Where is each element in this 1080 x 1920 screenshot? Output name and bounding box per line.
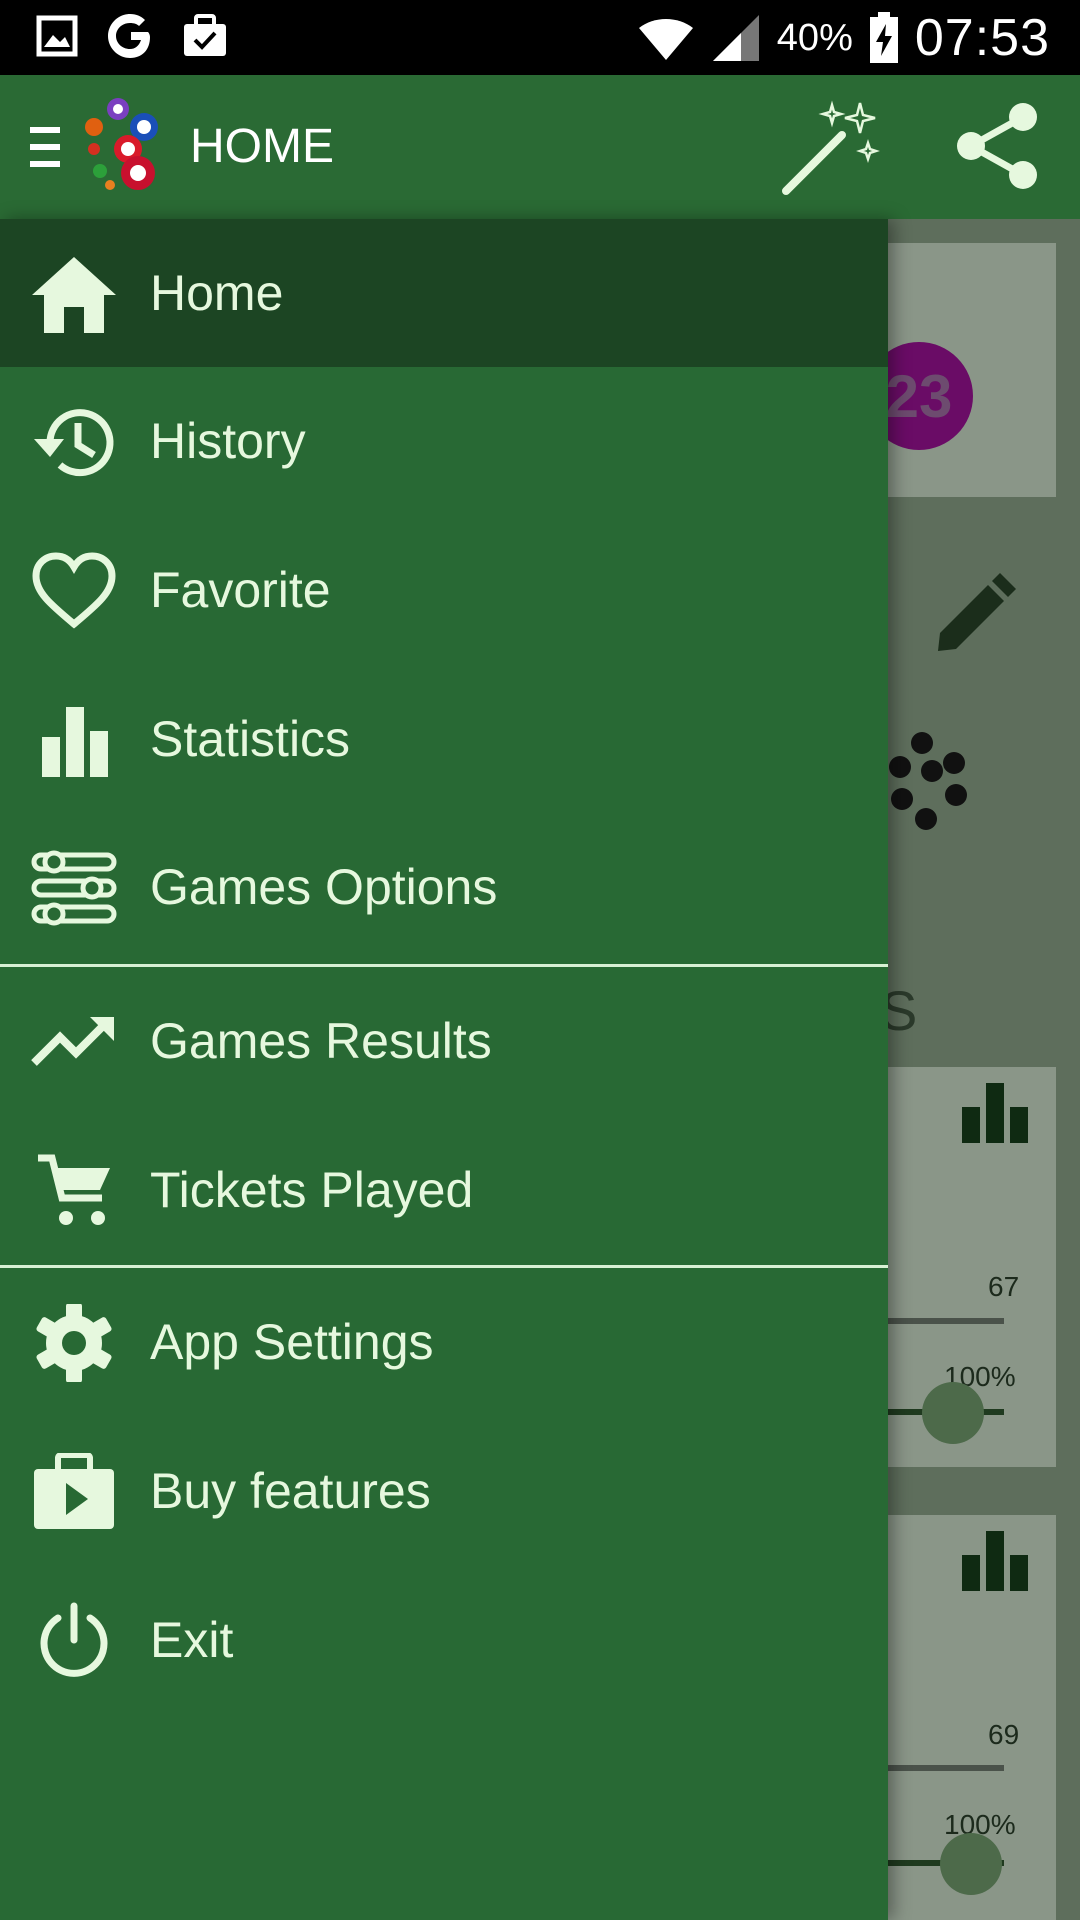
drawer-item-label: Favorite [150,562,331,618]
drawer-item-games-options[interactable]: Games Options [0,813,888,961]
battery-charging-icon [869,12,898,63]
progress-track [888,1765,1004,1771]
bar-chart-icon [962,1083,1028,1143]
drawer-item-tickets-played[interactable]: Tickets Played [0,1116,888,1264]
bar-chart-icon [962,1531,1028,1591]
home-icon [30,255,118,333]
dots-icon [889,732,967,830]
drawer-item-label: Statistics [150,711,351,767]
trending-up-icon [30,1003,118,1081]
drawer-item-label: Buy features [150,1463,431,1519]
navigation-drawer: Home History Favorite Statistics Games O… [0,219,888,1920]
card-count: 69 [988,1719,1020,1750]
bar-chart-icon [30,701,118,779]
drawer-item-label: Games Options [150,859,498,915]
drawer-item-buy-features[interactable]: Buy features [0,1417,888,1565]
clock: 07:53 [914,9,1050,67]
drawer-item-favorite[interactable]: Favorite [0,516,888,664]
lottery-balls-logo [85,98,158,190]
status-bar: 40% 07:53 [0,0,1080,75]
drawer-item-app-settings[interactable]: App Settings [0,1268,888,1416]
drawer-item-label: Exit [150,1612,234,1668]
google-icon [108,14,150,58]
menu-icon[interactable] [30,125,62,169]
gear-icon [30,1304,118,1382]
play-store-bag-icon [30,1453,118,1531]
page-title: HOME [190,120,334,173]
drawer-item-home[interactable]: Home [0,219,888,367]
work-briefcase-icon [184,14,226,56]
drawer-item-statistics[interactable]: Statistics [0,665,888,813]
slider-knob [922,1382,984,1444]
sliders-icon [30,849,118,927]
card-count: 67 [988,1271,1020,1302]
slider-knob [940,1833,1002,1895]
drawer-item-label: History [150,413,306,469]
drawer-item-games-results[interactable]: Games Results [0,967,888,1115]
drawer-item-label: Games Results [150,1013,492,1069]
power-icon [30,1602,118,1680]
wifi-icon [638,19,693,60]
heart-icon [30,552,118,630]
app-bar: HOME [0,75,1080,219]
battery-percent: 40% [776,16,853,59]
drawer-item-label: App Settings [150,1314,434,1370]
drawer-item-history[interactable]: History [0,367,888,515]
gallery-icon [36,15,78,57]
pencil-icon [938,573,1016,651]
drawer-item-exit[interactable]: Exit [0,1566,888,1714]
share-icon[interactable] [955,101,1039,191]
magic-wand-icon[interactable] [780,97,880,197]
drawer-item-label: Home [150,265,284,321]
drawer-item-label: Tickets Played [150,1162,474,1218]
history-icon [30,403,118,481]
progress-track [888,1318,1004,1324]
signal-icon [712,15,759,61]
cart-icon [30,1152,118,1230]
